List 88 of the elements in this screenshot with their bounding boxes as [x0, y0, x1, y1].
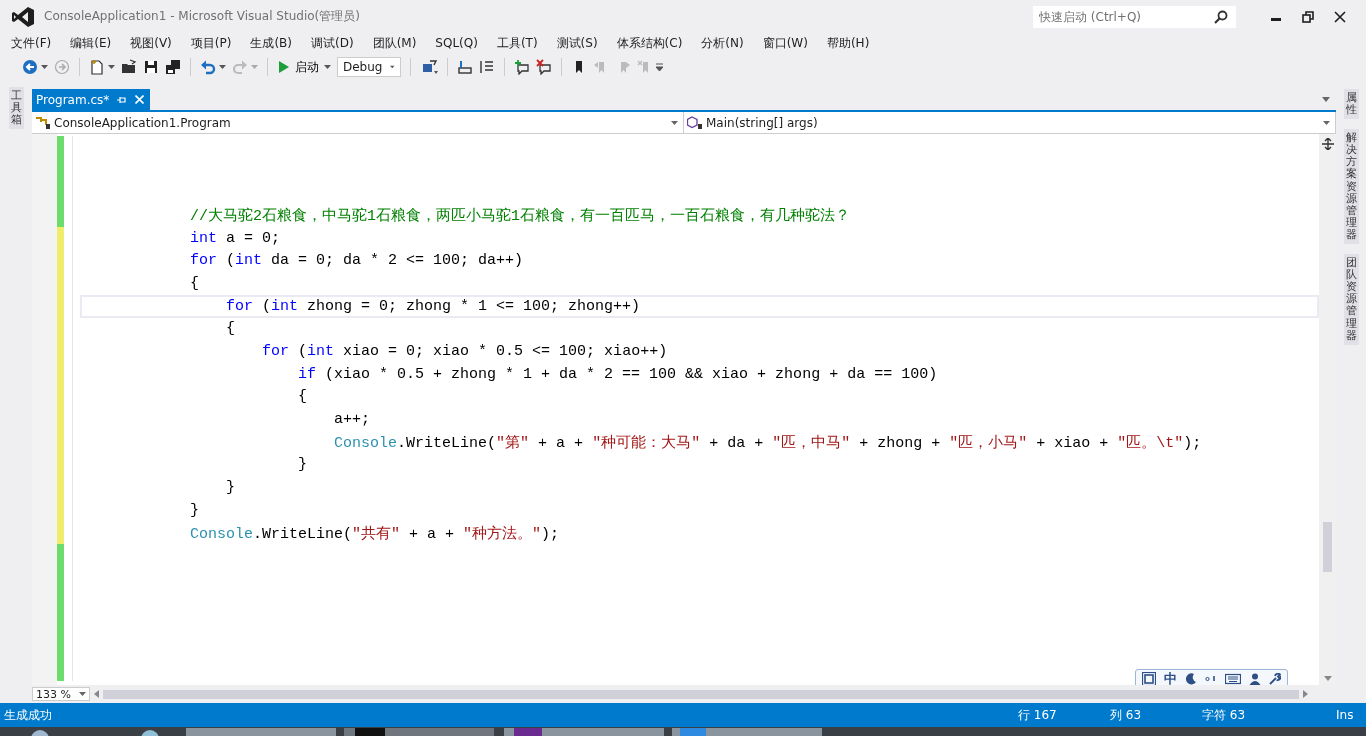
- pin-icon[interactable]: [117, 94, 128, 105]
- insert-mode: Ins: [1336, 708, 1355, 722]
- quick-launch-field[interactable]: 快速启动 (Ctrl+Q): [1033, 5, 1236, 28]
- start-button[interactable]: 启动: [277, 58, 321, 76]
- class-icon: [35, 115, 51, 130]
- search-icon: [1214, 9, 1228, 24]
- zoom-dropdown[interactable]: 133 %: [32, 687, 90, 701]
- code-line: int a = 0;: [189, 229, 281, 247]
- user-icon[interactable]: [1249, 673, 1261, 685]
- code-line: a++;: [333, 411, 371, 429]
- step-icon[interactable]: [457, 59, 473, 75]
- column-number: 列 63: [1110, 706, 1143, 724]
- member-dropdown[interactable]: Main(string[] args): [684, 112, 1336, 133]
- configuration-dropdown[interactable]: Debug: [337, 57, 401, 77]
- ime-logo-icon[interactable]: [1142, 672, 1156, 685]
- menu-item[interactable]: 项目(P): [185, 34, 237, 52]
- code-line: for (int da = 0; da * 2 <= 100; da++): [189, 252, 524, 270]
- close-icon[interactable]: [1334, 10, 1346, 23]
- menu-item[interactable]: 分析(N): [696, 34, 749, 52]
- input-mode-toggle[interactable]: 中: [1164, 670, 1177, 685]
- menu-item[interactable]: 生成(B): [245, 34, 297, 52]
- code-line: for (int zhong = 0; zhong * 1 <= 100; zhong++): [225, 297, 641, 315]
- vs-logo-icon: [12, 6, 34, 27]
- save-all-icon[interactable]: [165, 59, 181, 75]
- side-panel-tab[interactable]: 解决方案资源管理器: [1343, 129, 1359, 245]
- scroll-right-icon[interactable]: [1303, 690, 1308, 698]
- menu-item[interactable]: 文件(F): [6, 34, 57, 52]
- menu-item[interactable]: 调试(D): [306, 34, 359, 52]
- remove-comment-icon[interactable]: [536, 59, 552, 75]
- menu-item[interactable]: 窗口(W): [757, 34, 813, 52]
- back-icon[interactable]: [22, 59, 38, 75]
- code-line: {: [225, 320, 236, 338]
- menu-item[interactable]: 体系结构(C): [611, 34, 688, 52]
- wrench-icon[interactable]: [1269, 673, 1281, 685]
- open-folder-icon[interactable]: [121, 59, 137, 75]
- status-message: 生成成功: [4, 706, 52, 724]
- caret-icon[interactable]: [1322, 97, 1330, 102]
- menu-item[interactable]: 编辑(E): [65, 34, 117, 52]
- menu-item[interactable]: SQL(Q): [430, 36, 483, 50]
- caret-icon: [390, 65, 395, 69]
- code-line: {: [297, 388, 308, 406]
- side-panel-tab[interactable]: 属性: [1343, 89, 1359, 120]
- code-line: //大马驼2石粮食，中马驼1石粮食，两匹小马驼1石粮食，有一百匹马，一百石粮食，有几种驼法？: [189, 206, 851, 225]
- keyboard-icon[interactable]: [1225, 673, 1241, 685]
- tab-title: Program.cs*: [36, 92, 110, 107]
- code-line: }: [189, 501, 200, 519]
- caret-icon[interactable]: [324, 65, 331, 69]
- attach-icon[interactable]: [420, 59, 438, 75]
- method-icon: [687, 115, 703, 130]
- split-icon[interactable]: [1321, 138, 1334, 150]
- menu-item[interactable]: 测试(S): [551, 34, 603, 52]
- code-line: for (int xiao = 0; xiao * 0.5 <= 100; xiao++): [261, 343, 668, 361]
- code-line: Console.WriteLine("第" + a + "种可能：大马" + da + "匹，中马" + zhong + "匹，小马" + xiao + "匹。\t");: [333, 433, 1202, 452]
- character-number: 字符 63: [1202, 706, 1247, 724]
- save-icon[interactable]: [143, 59, 159, 75]
- caret-icon: [671, 120, 678, 125]
- menu-item[interactable]: 视图(V): [125, 34, 177, 52]
- caret-icon: [79, 692, 86, 696]
- play-icon: [279, 61, 289, 73]
- scrollbar-thumb[interactable]: [1323, 522, 1332, 572]
- toolbox-tab[interactable]: 工具箱: [8, 87, 24, 130]
- menu-item[interactable]: 帮助(H): [821, 34, 875, 52]
- document-tab[interactable]: Program.cs*: [32, 89, 151, 110]
- caret-icon: [1323, 120, 1330, 125]
- side-panel-tab[interactable]: 团队资源管理器: [1343, 254, 1359, 345]
- scroll-left-icon[interactable]: [94, 690, 99, 698]
- undo-icon[interactable]: [200, 59, 216, 75]
- code-line: {: [189, 274, 200, 292]
- code-line: Console.WriteLine("共有" + a + "种方法。");: [189, 524, 560, 543]
- window-title: ConsoleApplication1 - Microsoft Visual Studio(管理员): [44, 8, 360, 25]
- new-file-icon[interactable]: [89, 59, 105, 75]
- scroll-down-icon[interactable]: [1323, 676, 1332, 681]
- type-dropdown[interactable]: ConsoleApplication1.Program: [32, 112, 684, 133]
- moon-icon[interactable]: [1185, 673, 1197, 685]
- menu-item[interactable]: 工具(T): [491, 34, 543, 52]
- caret-icon[interactable]: [41, 65, 48, 69]
- code-line: }: [225, 479, 236, 497]
- code-line: }: [297, 456, 308, 474]
- horizontal-scrollbar[interactable]: [103, 689, 1299, 699]
- list-icon[interactable]: [479, 59, 495, 75]
- menu-item[interactable]: 团队(M): [367, 34, 422, 52]
- caret-icon[interactable]: [219, 65, 226, 69]
- add-comment-icon[interactable]: [514, 59, 530, 75]
- code-line: if (xiao * 0.5 + zhong * 1 + da * 2 == 100 && xiao + zhong + da == 100): [297, 365, 938, 383]
- overflow-icon[interactable]: [656, 63, 663, 71]
- line-number: 行 167: [1018, 706, 1058, 724]
- restore-icon[interactable]: [1302, 10, 1314, 23]
- caret-icon[interactable]: [108, 65, 115, 69]
